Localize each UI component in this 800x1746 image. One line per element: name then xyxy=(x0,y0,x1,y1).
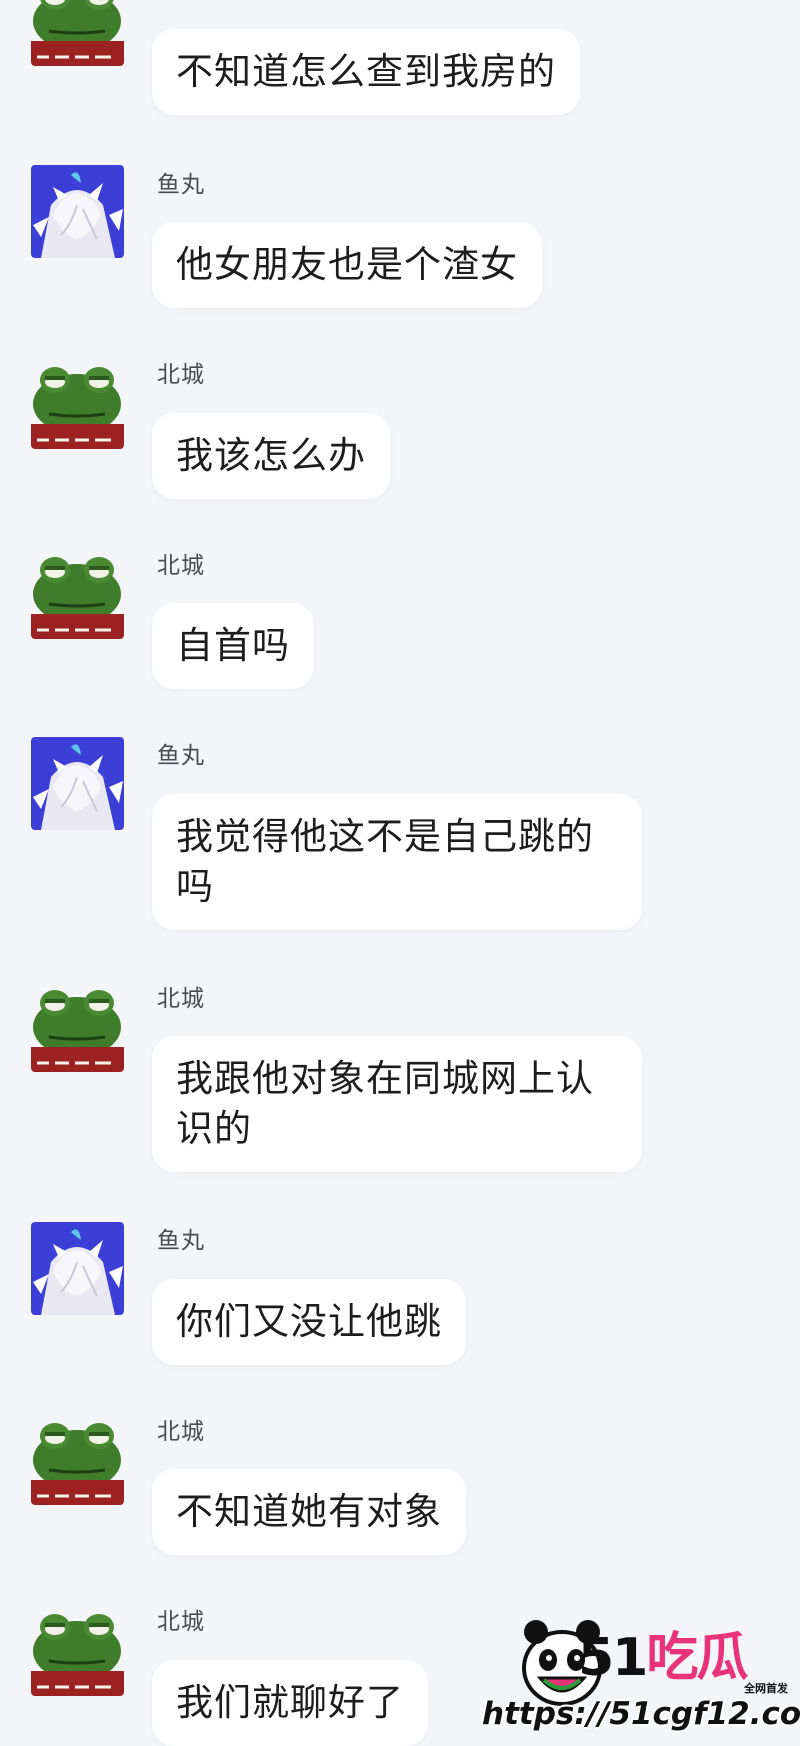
watermark: 51吃瓜 全网首发 https://51cgf12.com xyxy=(482,1612,800,1736)
chat-history: 不知道怎么查到我房的 鱼丸 他女朋友也是个渣女 北城 我该怎么办 北城 自首吗 … xyxy=(0,0,800,1746)
message-bubble[interactable]: 不知道她有对象 xyxy=(152,1469,466,1555)
sender-name: 北城 xyxy=(157,1419,205,1445)
frog-avatar[interactable] xyxy=(31,356,124,449)
message-bubble[interactable]: 我跟他对象在同城网上认识的 xyxy=(152,1036,642,1172)
message-bubble[interactable]: 我觉得他这不是自己跳的吗 xyxy=(152,794,642,930)
frog-avatar[interactable] xyxy=(31,546,124,639)
message-bubble[interactable]: 你们又没让他跳 xyxy=(152,1279,466,1365)
watermark-logo-text: 51吃瓜 xyxy=(578,1628,748,1688)
sender-name: 鱼丸 xyxy=(157,172,205,198)
message-bubble[interactable]: 自首吗 xyxy=(152,603,314,689)
frog-avatar[interactable] xyxy=(31,1603,124,1696)
message-bubble[interactable]: 他女朋友也是个渣女 xyxy=(152,222,542,308)
message-text: 我觉得他这不是自己跳的吗 xyxy=(176,815,594,908)
message-text: 我该怎么办 xyxy=(176,434,366,477)
message-text: 我们就聊好了 xyxy=(176,1681,404,1724)
message-text: 你们又没让他跳 xyxy=(176,1300,442,1343)
message-bubble[interactable]: 我们就聊好了 xyxy=(152,1660,428,1746)
sender-name: 鱼丸 xyxy=(157,1228,205,1254)
sender-name: 北城 xyxy=(157,986,205,1012)
watermark-logo-word: 吃瓜 xyxy=(646,1628,748,1688)
anime-avatar[interactable] xyxy=(31,165,124,258)
frog-avatar[interactable] xyxy=(31,0,124,66)
anime-avatar[interactable] xyxy=(31,737,124,830)
message-text: 不知道她有对象 xyxy=(176,1490,442,1533)
watermark-logo-number: 51 xyxy=(578,1628,648,1688)
sender-name: 鱼丸 xyxy=(157,743,205,769)
frog-avatar[interactable] xyxy=(31,979,124,1072)
sender-name: 北城 xyxy=(157,362,205,388)
message-text: 自首吗 xyxy=(176,624,290,667)
watermark-url: https://51cgf12.com xyxy=(482,1696,800,1732)
frog-avatar[interactable] xyxy=(31,1412,124,1505)
message-bubble[interactable]: 不知道怎么查到我房的 xyxy=(152,29,580,115)
message-text: 不知道怎么查到我房的 xyxy=(176,50,556,93)
message-bubble[interactable]: 我该怎么办 xyxy=(152,413,390,499)
message-text: 我跟他对象在同城网上认识的 xyxy=(176,1057,594,1150)
sender-name: 北城 xyxy=(157,553,205,579)
anime-avatar[interactable] xyxy=(31,1222,124,1315)
sender-name: 北城 xyxy=(157,1609,205,1635)
message-text: 他女朋友也是个渣女 xyxy=(176,243,518,286)
